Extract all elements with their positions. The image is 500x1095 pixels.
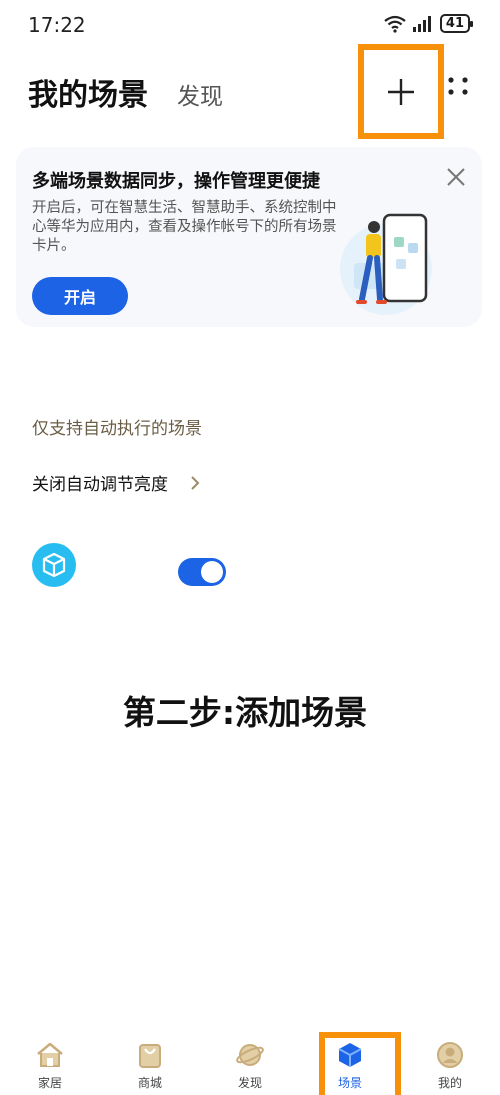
plus-icon bbox=[388, 78, 414, 105]
battery-indicator: 41 bbox=[439, 14, 474, 33]
planet-icon bbox=[236, 1044, 264, 1066]
step-caption: 第二步:添加场景 bbox=[122, 693, 368, 732]
nav-label: 我的 bbox=[437, 1076, 462, 1090]
section-label: 仅支持自动执行的场景 bbox=[32, 419, 202, 439]
shopping-bag-icon bbox=[139, 1044, 161, 1068]
scene-toggle[interactable] bbox=[178, 558, 226, 586]
wifi-icon bbox=[384, 15, 406, 33]
nav-label: 发现 bbox=[237, 1076, 262, 1090]
phone-illustration-icon bbox=[340, 213, 432, 315]
nav-item-home[interactable]: 家居 bbox=[15, 1040, 85, 1091]
tab-discover[interactable]: 发现 bbox=[177, 77, 223, 111]
home-icon bbox=[37, 1042, 63, 1067]
nav-item-mall[interactable]: 商城 bbox=[115, 1040, 185, 1091]
nav-item-me[interactable]: 我的 bbox=[415, 1040, 485, 1091]
bottom-nav: 家居 商城 发现 场景 我的 bbox=[0, 1030, 500, 1095]
nav-label: 商城 bbox=[137, 1076, 162, 1090]
chevron-right-icon bbox=[191, 475, 200, 490]
more-options-icon[interactable] bbox=[446, 74, 470, 98]
nav-label: 家居 bbox=[37, 1076, 62, 1090]
status-icons: 41 bbox=[384, 14, 474, 33]
scene-cube-icon bbox=[32, 543, 76, 587]
status-bar: 17:22 41 bbox=[0, 0, 500, 50]
toggle-knob bbox=[201, 561, 223, 583]
scene-name: 关闭自动调节亮度 bbox=[32, 475, 168, 495]
profile-icon bbox=[437, 1042, 463, 1068]
scene-card-title[interactable]: 关闭自动调节亮度 bbox=[32, 470, 200, 495]
sync-promo-card: 多端场景数据同步，操作管理更便捷 开启后，可在智慧生活、智慧助手、系统控制中心等… bbox=[16, 147, 482, 327]
nav-item-discover[interactable]: 发现 bbox=[215, 1040, 285, 1091]
enable-sync-button[interactable]: 开启 bbox=[32, 277, 128, 315]
page-title: 我的场景 bbox=[28, 78, 148, 113]
promo-title: 多端场景数据同步，操作管理更便捷 bbox=[32, 171, 320, 192]
status-time: 17:22 bbox=[28, 13, 86, 37]
header: 我的场景 发现 bbox=[0, 44, 500, 139]
signal-icon bbox=[412, 15, 431, 32]
add-scene-button[interactable] bbox=[358, 44, 444, 139]
highlight-box bbox=[319, 1032, 401, 1095]
close-icon[interactable] bbox=[444, 165, 468, 189]
promo-description: 开启后，可在智慧生活、智慧助手、系统控制中心等华为应用内，查看及操作帐号下的所有… bbox=[32, 200, 337, 254]
cube-icon bbox=[42, 552, 66, 578]
